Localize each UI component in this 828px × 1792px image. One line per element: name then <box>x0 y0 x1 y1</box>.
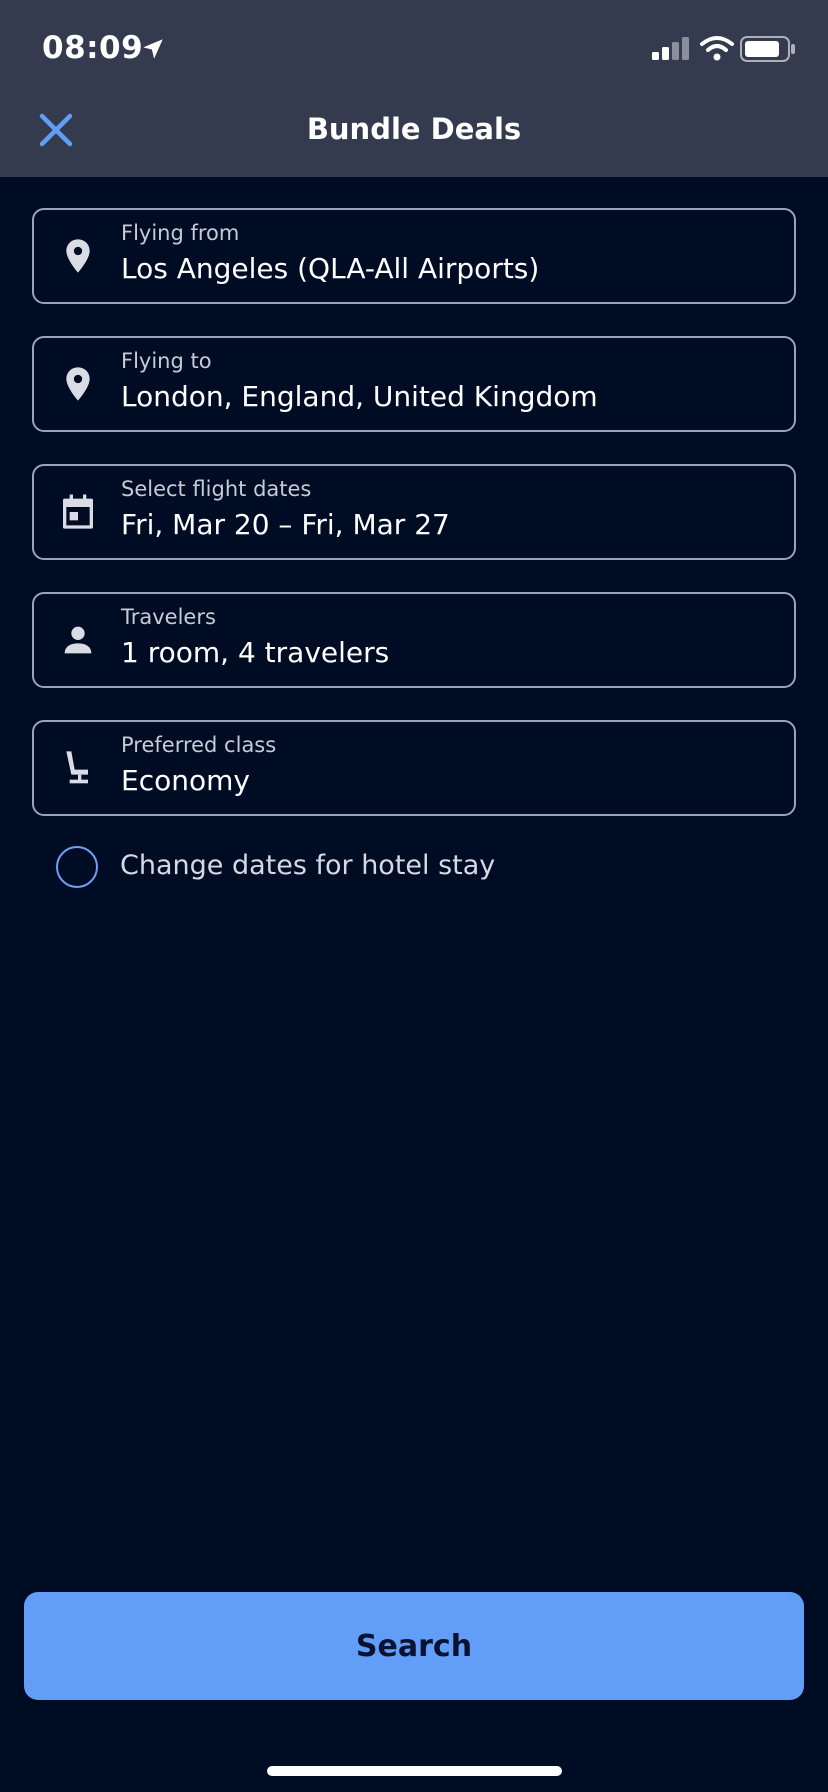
location-pin-icon <box>66 367 90 401</box>
location-pin-icon <box>66 239 90 273</box>
status-time: 08:09 <box>42 30 144 66</box>
bundle-deals-screen: 08:09 Bundle Deals Flying from Los Angel… <box>0 0 828 1792</box>
calendar-icon <box>63 494 93 529</box>
field-value: Economy <box>121 764 250 797</box>
wifi-icon <box>700 36 734 61</box>
flying-to-field[interactable]: Flying to London, England, United Kingdo… <box>32 336 796 432</box>
cellular-signal-icon <box>652 37 689 60</box>
field-value: Los Angeles (QLA-All Airports) <box>121 252 540 285</box>
battery-icon <box>740 36 795 62</box>
flight-dates-field[interactable]: Select flight dates Fri, Mar 20 – Fri, M… <box>32 464 796 560</box>
home-indicator <box>267 1766 562 1776</box>
field-label: Select flight dates <box>121 477 312 501</box>
field-value: 1 room, 4 travelers <box>121 636 390 669</box>
preferred-class-field[interactable]: Preferred class Economy <box>32 720 796 816</box>
travelers-field[interactable]: Travelers 1 room, 4 travelers <box>32 592 796 688</box>
flying-from-field[interactable]: Flying from Los Angeles (QLA-All Airport… <box>32 208 796 304</box>
field-value: London, England, United Kingdom <box>121 380 598 413</box>
search-button[interactable]: Search <box>24 1592 804 1700</box>
hotel-dates-label: Change dates for hotel stay <box>120 850 496 881</box>
field-label: Flying from <box>121 221 240 245</box>
location-arrow-icon <box>143 39 163 59</box>
change-hotel-dates-option[interactable]: Change dates for hotel stay <box>56 846 656 888</box>
search-button-label: Search <box>355 1628 473 1664</box>
field-label: Flying to <box>121 349 212 373</box>
seat-icon <box>66 751 88 784</box>
person-icon <box>64 626 92 654</box>
field-label: Travelers <box>121 605 216 629</box>
field-value: Fri, Mar 20 – Fri, Mar 27 <box>121 508 450 541</box>
page-title: Bundle Deals <box>306 112 522 146</box>
top-bar: 08:09 Bundle Deals <box>0 0 828 177</box>
hotel-dates-radio[interactable] <box>56 846 98 888</box>
field-label: Preferred class <box>121 733 277 757</box>
